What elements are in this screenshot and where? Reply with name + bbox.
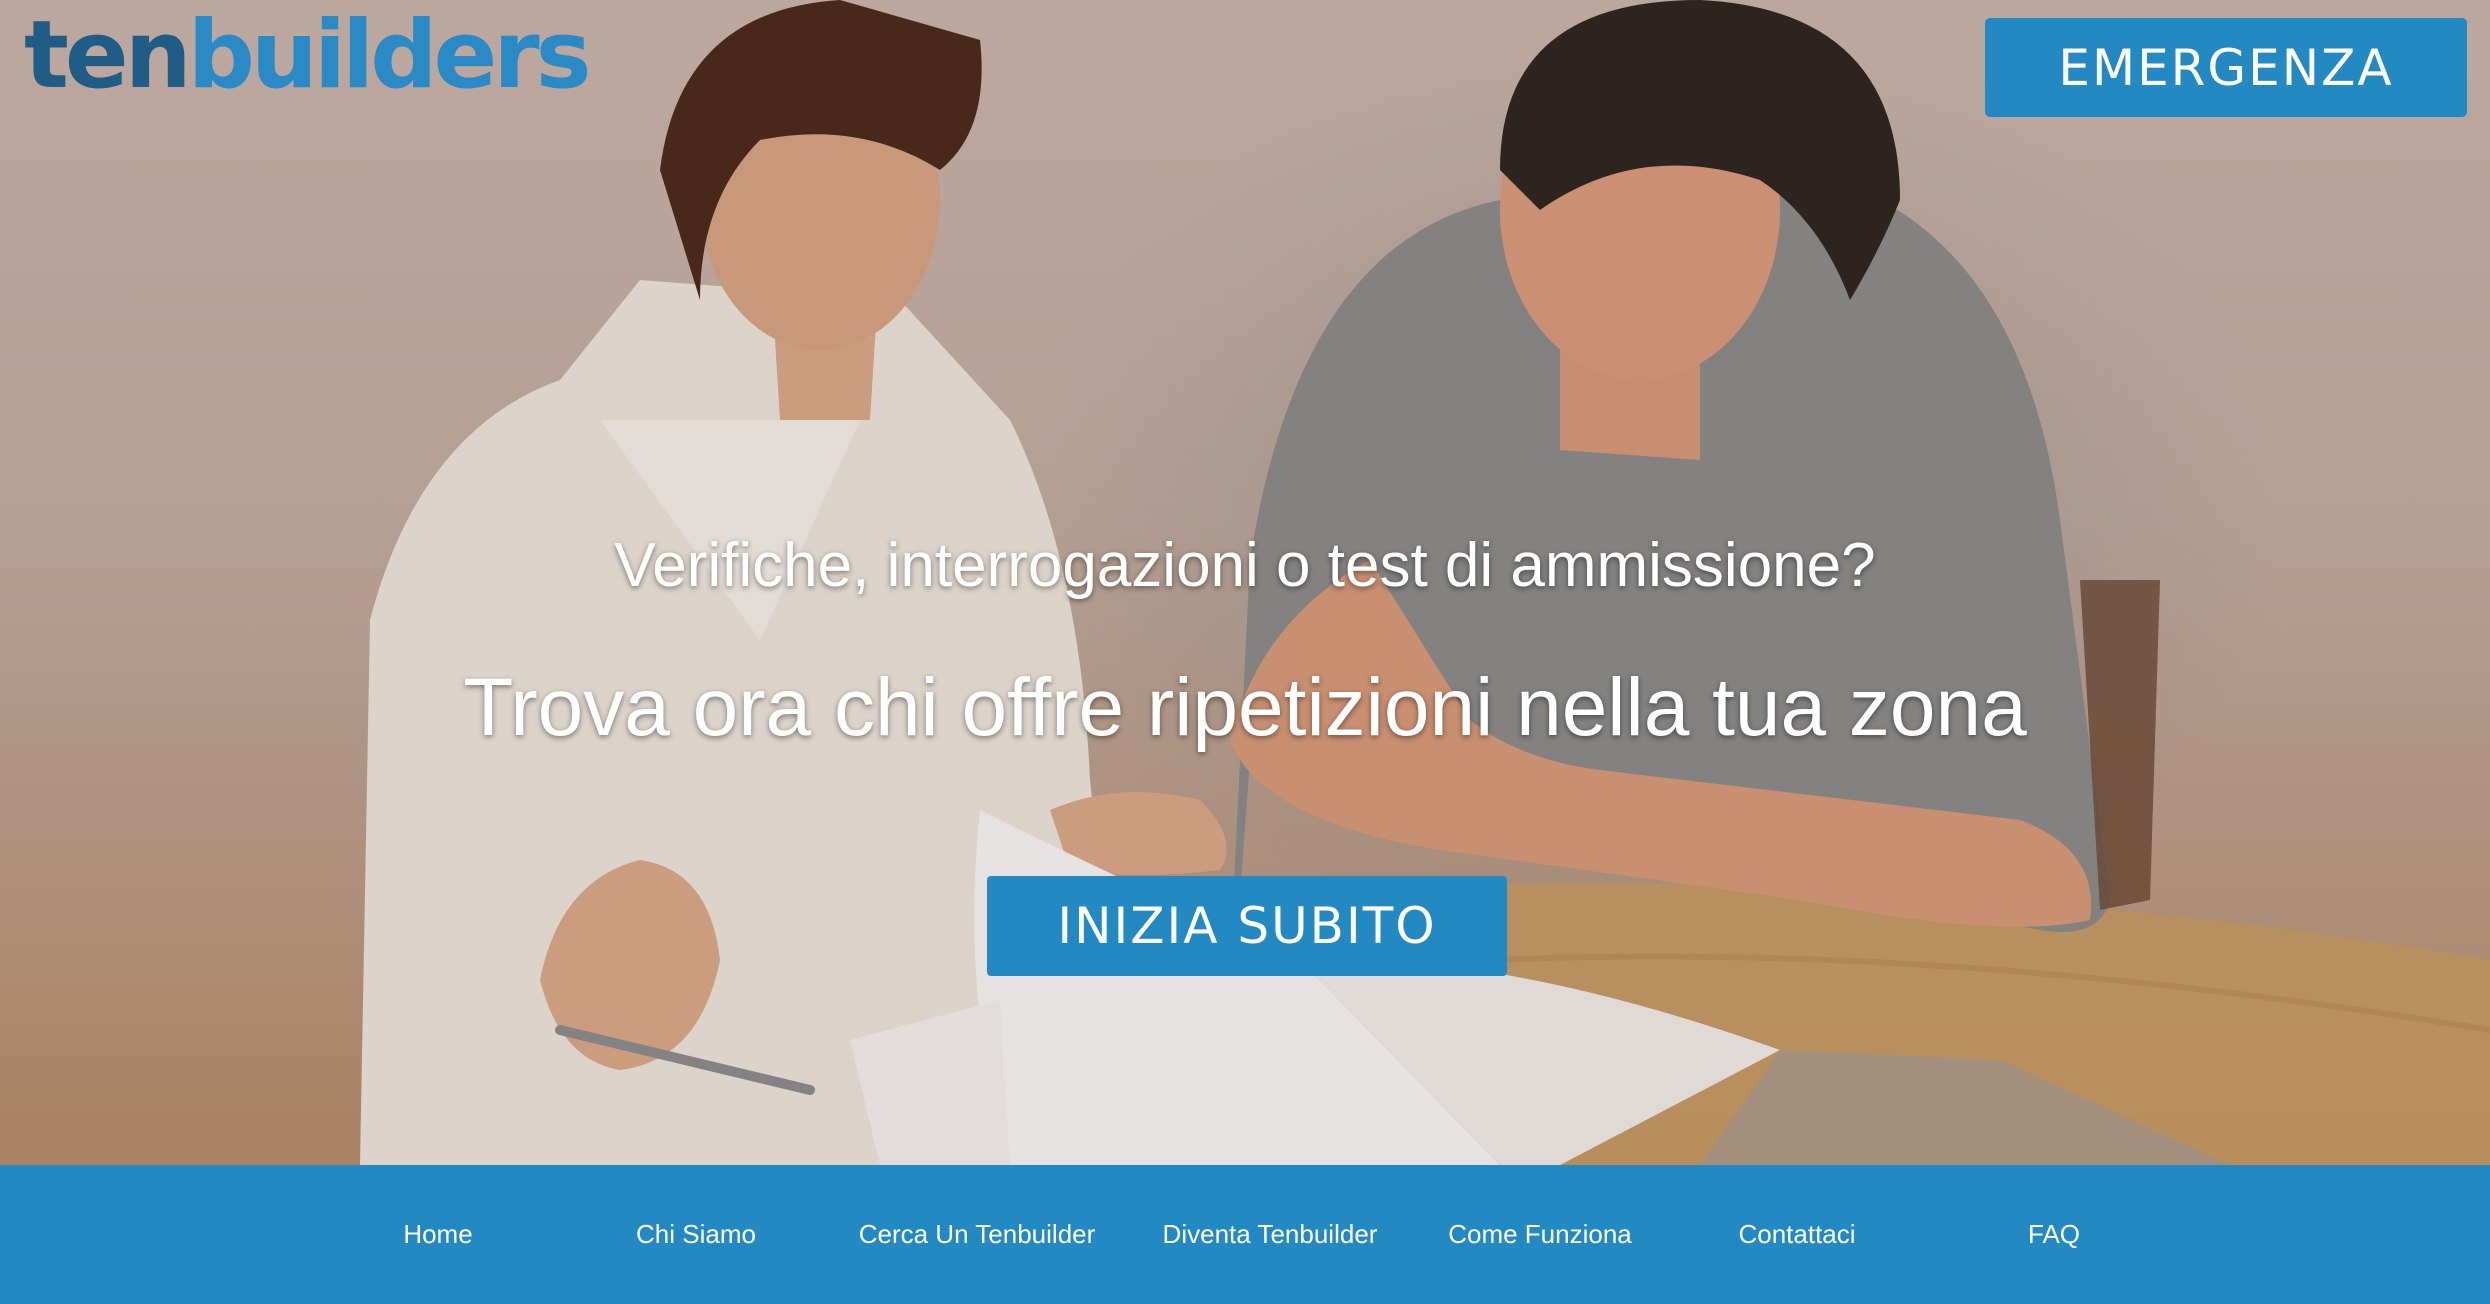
logo-text-builders: builders [187, 1, 592, 110]
nav-item-chi-siamo[interactable]: Chi Siamo [636, 1165, 756, 1304]
tenbuilders-logo[interactable]: tenbuilders [24, 0, 592, 112]
hero-subtitle: Verifiche, interrogazioni o test di ammi… [614, 531, 1876, 600]
page: tenbuilders EMERGENZA Verifiche, interro… [0, 0, 2490, 1304]
main-navigation: Home Chi Siamo Cerca Un Tenbuilder Diven… [0, 1165, 2490, 1304]
nav-item-home[interactable]: Home [403, 1165, 472, 1304]
emergency-button[interactable]: EMERGENZA [1985, 18, 2467, 117]
nav-item-faq[interactable]: FAQ [2028, 1165, 2080, 1304]
logo-text-ten: ten [24, 1, 192, 110]
hero-title: Trova ora chi offre ripetizioni nella tu… [463, 662, 2027, 753]
start-now-button[interactable]: INIZIA SUBITO [987, 876, 1507, 976]
nav-item-contattaci[interactable]: Contattaci [1738, 1165, 1855, 1304]
nav-item-come-funziona[interactable]: Come Funziona [1448, 1165, 1632, 1304]
nav-item-cerca-un-tenbuilder[interactable]: Cerca Un Tenbuilder [859, 1165, 1096, 1304]
nav-item-diventa-tenbuilder[interactable]: Diventa Tenbuilder [1163, 1165, 1378, 1304]
